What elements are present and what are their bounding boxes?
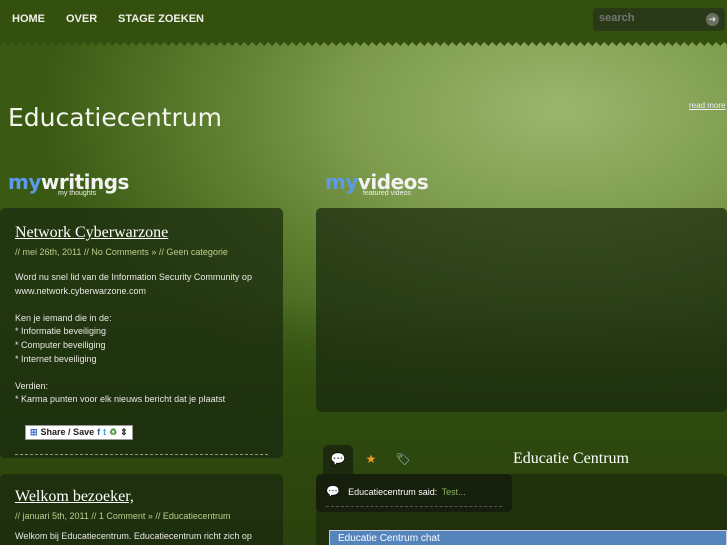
plus-icon: ⊞ [30,426,38,437]
body-line: * Computer beveiliging [15,339,106,350]
comment-divider [326,506,502,507]
site-title: Educatiecentrum [8,103,222,132]
body-line: * Informatie beveiliging [15,326,107,337]
post-meta: // januari 5th, 2011 // 1 Comment » // E… [15,511,231,521]
heading-my: my [8,170,41,194]
post-title[interactable]: Welkom bezoeker, [15,488,134,505]
chat-bubbles-icon: 💬 [330,452,346,466]
comments-tab[interactable]: 💬 [323,445,353,475]
tag-icon: 🏷 [395,452,411,466]
mywritings-heading: mywritings my thoughts [8,170,129,197]
heading-my: my [325,170,358,194]
body-line: Verdien: [15,380,49,391]
post-title[interactable]: Network Cyberwarzone [15,224,168,241]
post-divider [15,453,268,455]
tags-tab[interactable]: 🏷 [388,445,418,475]
nav-home[interactable]: HOME [12,13,45,25]
recent-comment: 💬 Educatiecentrum said: Test... [316,474,512,512]
myvideos-heading: myvideos featured videos [325,170,429,197]
facebook-icon: f [97,427,101,438]
updown-icon: ⇕ [120,426,128,437]
share-icon: ♻ [109,426,118,437]
twitter-icon: t [103,427,107,438]
sidebar-title: Educatie Centrum [513,450,629,467]
star-icon: ★ [365,452,377,466]
speech-bubble-icon: 💬 [326,486,340,498]
body-line: * Internet beveiliging [15,353,97,364]
search-input[interactable] [599,12,699,24]
body-line: Word nu snel lid van de Information Secu… [15,272,252,282]
video-panel [316,208,727,412]
body-line: Ken je iemand die in de: [15,312,112,323]
favorites-tab[interactable]: ★ [356,445,386,475]
comment-link[interactable]: Test... [442,487,466,497]
chat-header[interactable]: Educatie Centrum chat [329,530,727,545]
read-more-link[interactable]: read more [689,101,725,110]
search-box: ➜ [593,8,725,31]
nav-zigzag-border [0,42,727,48]
post-meta: // mei 26th, 2011 // No Comments » // Ge… [15,247,228,257]
nav-stage-zoeken[interactable]: STAGE ZOEKEN [118,13,204,25]
comment-author: Educatiecentrum said: [348,487,438,497]
body-line: * Karma punten voor elk nieuws bericht d… [15,394,226,405]
share-save-button[interactable]: ⊞ Share / Save f t ♻ ⇕ [25,424,133,440]
post-body: Word nu snel lid van de Information Secu… [15,271,268,407]
post-welkom: Welkom bezoeker, // januari 5th, 2011 //… [0,474,283,545]
body-link[interactable]: www.network.cyberwarzone.com [15,285,268,299]
post-body: Welkom bij Educatiecentrum. Educatiecent… [15,531,252,541]
arrow-right-icon[interactable]: ➜ [706,13,719,26]
post-network-cyberwarzone: Network Cyberwarzone // mei 26th, 2011 /… [0,208,283,458]
nav-over[interactable]: OVER [66,13,97,25]
share-label: Share / Save [40,427,95,438]
